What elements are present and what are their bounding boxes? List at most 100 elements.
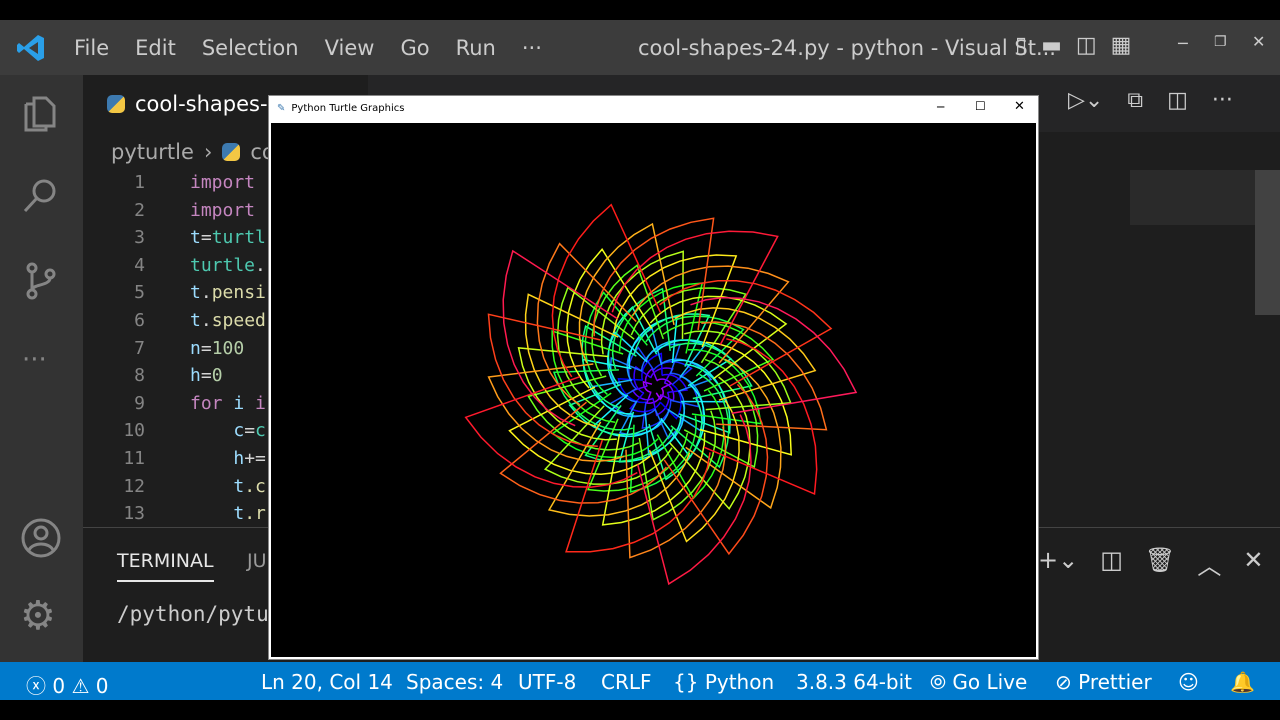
code-token: t (190, 503, 245, 525)
code-token: h (190, 365, 201, 387)
close-panel-icon[interactable]: ✕ (1243, 546, 1263, 581)
menu-item[interactable]: Go (400, 36, 429, 60)
minimap[interactable] (1130, 170, 1255, 225)
menu-item[interactable]: Edit (135, 36, 176, 60)
new-terminal-icon[interactable]: +⌄ (1038, 546, 1078, 581)
prettier-button[interactable]: ⊘ Prettier (1055, 670, 1152, 694)
source-control-icon[interactable] (20, 260, 62, 302)
code-text: h+= (190, 448, 266, 475)
line-number: 6 (134, 310, 145, 331)
code-text: for i i (190, 393, 266, 420)
code-token: . (255, 254, 266, 276)
cursor-position[interactable]: Ln 20, Col 14 (261, 670, 393, 694)
turtle-canvas (271, 123, 1036, 657)
indentation[interactable]: Spaces: 4 (406, 670, 503, 694)
tab-label: cool-shapes- (135, 91, 268, 116)
menu-item[interactable]: File (74, 36, 109, 60)
menu-item[interactable]: ··· (522, 36, 542, 60)
trash-icon[interactable]: 🗑 (1145, 546, 1175, 581)
code-line: 2 import (83, 200, 255, 227)
close-button[interactable]: ✕ (1252, 32, 1265, 51)
line-number: 2 (134, 199, 145, 221)
minimize-button[interactable]: ─ (1178, 34, 1188, 53)
code-token: = (244, 420, 256, 442)
code-token: h (190, 448, 245, 469)
editor-actions: ▷⌄ ⧉ ◫ ··· (1068, 88, 1233, 113)
encoding[interactable]: UTF-8 (518, 670, 576, 694)
split-editor-icon[interactable]: ◫ (1167, 88, 1188, 113)
chevron-up-icon[interactable]: ︿ (1197, 546, 1221, 581)
line-number: 11 (123, 448, 145, 469)
code-token: t (190, 227, 201, 249)
line-number: 8 (134, 365, 145, 387)
code-token: i (222, 392, 256, 414)
line-number: 1 (134, 172, 145, 193)
code-token: n (190, 337, 201, 359)
window-title: cool-shapes-24.py - python - Visual St..… (638, 35, 1056, 60)
maximize-button[interactable]: ❐ (1214, 34, 1227, 50)
search-icon[interactable] (20, 175, 62, 217)
python-file-icon (222, 143, 241, 161)
tab-terminal[interactable]: TERMINAL (117, 550, 214, 582)
menu-item[interactable]: View (325, 36, 375, 60)
more-icon[interactable]: ··· (22, 345, 47, 375)
account-icon[interactable] (20, 517, 62, 559)
feather-icon: ✎ (277, 103, 286, 114)
remote-icon[interactable]: ⧉ (1127, 88, 1143, 113)
turtle-maximize-button[interactable]: ☐ (975, 99, 986, 113)
turtle-graphics-window: ✎ Python Turtle Graphics ─ ☐ ✕ (268, 95, 1039, 660)
problems-indicator[interactable]: ⓧ 0 ⚠ 0 (26, 670, 108, 699)
line-number: 4 (134, 254, 145, 276)
turtle-window-title: Python Turtle Graphics (291, 103, 405, 114)
line-number: 7 (134, 337, 145, 359)
settings-gear-icon[interactable]: ⚙ (20, 593, 56, 639)
tab-jupyter[interactable]: JU (247, 550, 267, 572)
code-token: 100 (211, 337, 245, 359)
code-line: 5 t.pensi (83, 282, 266, 309)
code-text: import (190, 200, 255, 227)
line-number: 3 (134, 227, 145, 249)
menu-item[interactable]: Selection (202, 36, 299, 60)
code-line: 12 t.c (83, 476, 266, 503)
turtle-stroke (568, 383, 650, 436)
code-text: import (190, 172, 255, 199)
line-number: 5 (134, 282, 145, 304)
terminal-output[interactable]: /python/pytu (117, 602, 269, 626)
vscode-logo-icon (17, 34, 44, 61)
code-line: 7 n=100 (83, 338, 244, 365)
code-token: t (190, 282, 201, 304)
status-bar: ⓧ 0 ⚠ 0 Ln 20, Col 14 Spaces: 4 UTF-8 CR… (0, 662, 1280, 700)
end-of-line[interactable]: CRLF (601, 670, 652, 694)
code-line: 3 t=turtl (83, 227, 266, 254)
line-number: 9 (134, 392, 145, 414)
turtle-minimize-button[interactable]: ─ (937, 100, 944, 114)
code-text: h=0 (190, 365, 223, 392)
code-token: for (190, 392, 223, 414)
turtle-close-button[interactable]: ✕ (1014, 99, 1025, 114)
explorer-icon[interactable] (20, 92, 62, 134)
activity-bar: ··· ⚙ (0, 75, 83, 662)
menu-item[interactable]: Run (456, 36, 496, 60)
code-token: = (200, 337, 212, 359)
run-icon[interactable]: ▷⌄ (1068, 88, 1103, 113)
panel-actions: +⌄ ◫ 🗑 ︿ ✕ (1038, 546, 1263, 581)
code-token: import (190, 199, 256, 221)
turtle-stroke (688, 349, 762, 425)
go-live-button[interactable]: ⦾ Go Live (930, 670, 1027, 694)
code-token: = (200, 365, 212, 387)
code-text: n=100 (190, 338, 244, 365)
more-actions-icon[interactable]: ··· (1212, 88, 1233, 113)
editor-scrollbar[interactable] (1255, 170, 1280, 315)
code-token: t (190, 310, 201, 331)
feedback-icon[interactable]: ☺ (1178, 670, 1199, 694)
notifications-bell-icon[interactable]: 🔔 (1230, 670, 1255, 694)
layout-toggle-icons[interactable]: ▯▬◫▦ (1015, 33, 1145, 58)
python-interpreter[interactable]: 3.8.3 64-bit (796, 670, 912, 694)
code-token: pensi (211, 282, 266, 304)
code-token: c (190, 420, 245, 442)
code-token: turtl (211, 227, 266, 249)
code-token: .r (244, 503, 266, 525)
split-terminal-icon[interactable]: ◫ (1100, 546, 1123, 581)
language-mode[interactable]: {} Python (673, 670, 774, 694)
breadcrumb-folder[interactable]: pyturtle (111, 140, 194, 164)
